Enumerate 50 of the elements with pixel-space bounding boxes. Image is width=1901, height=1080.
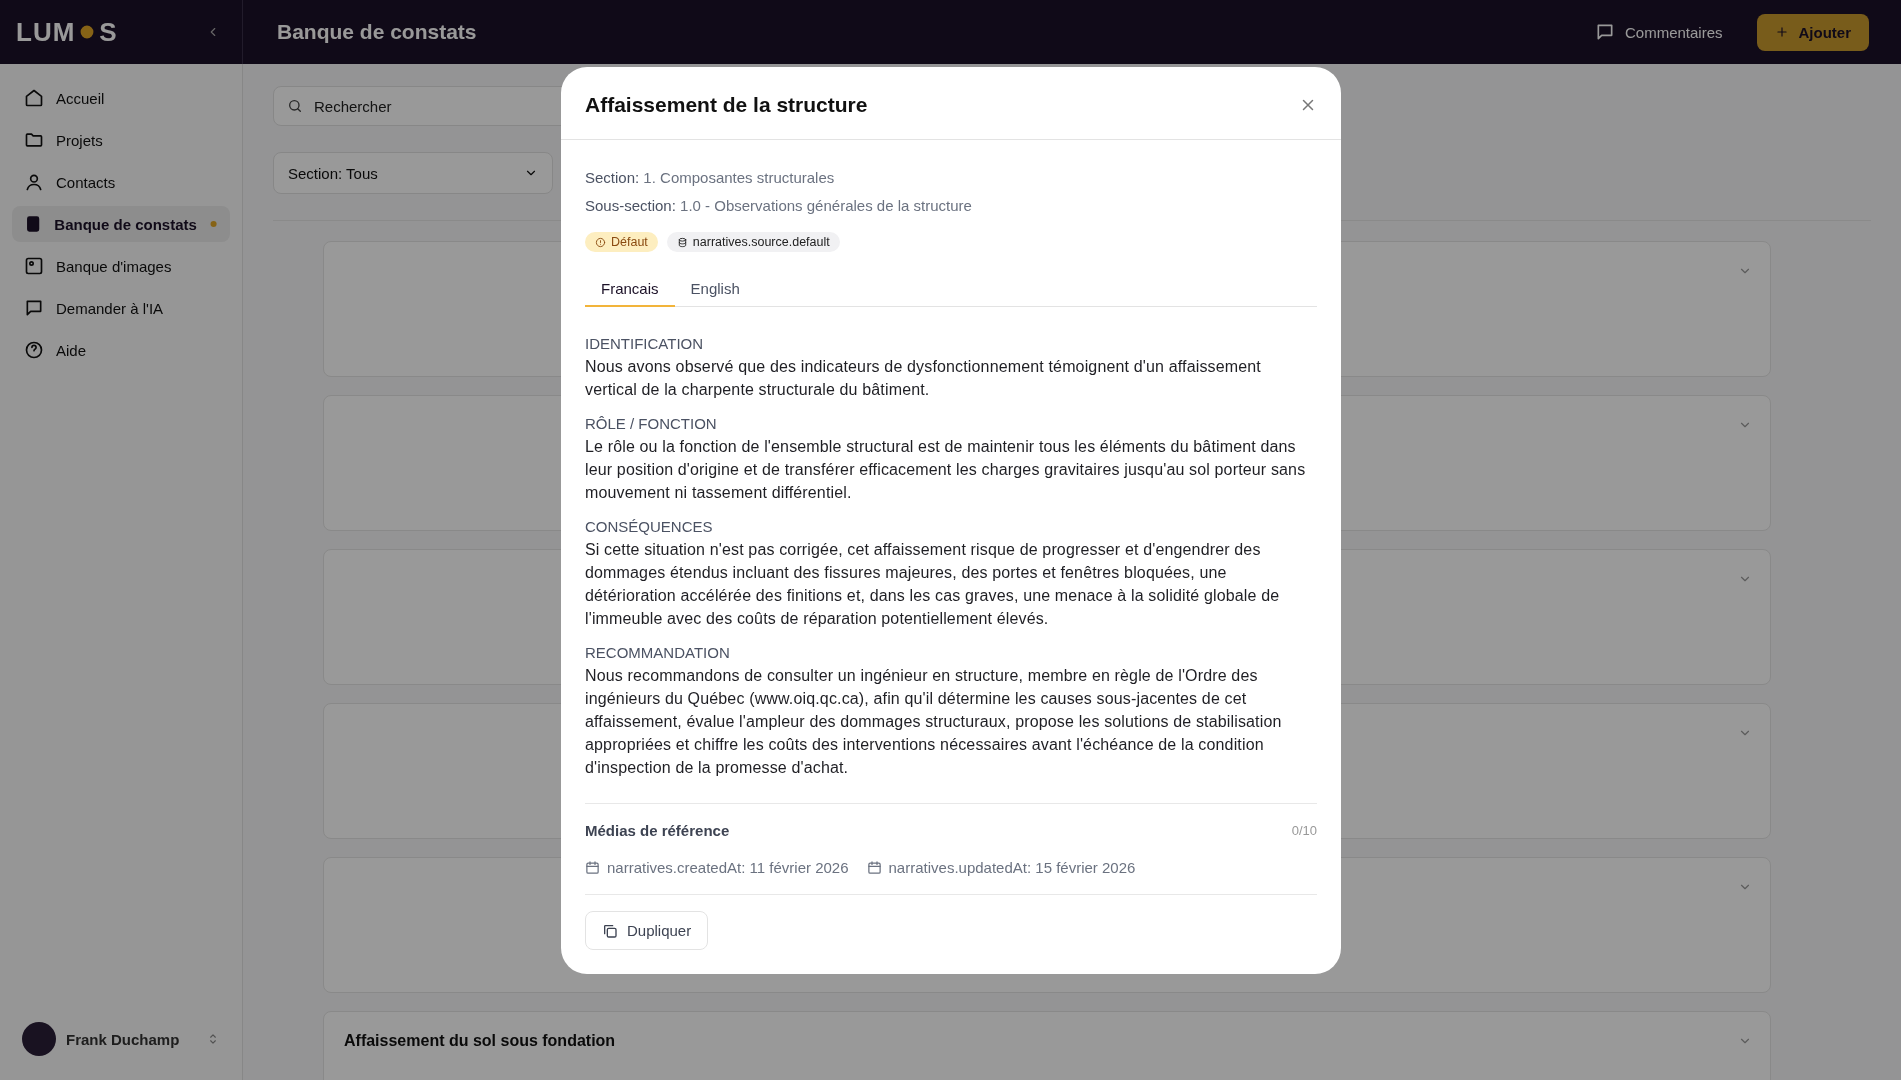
chat-icon bbox=[24, 298, 44, 318]
alert-circle-icon bbox=[595, 236, 606, 248]
meta-label: Sous-section: bbox=[585, 197, 676, 214]
avatar bbox=[22, 1022, 56, 1056]
sidebar-item[interactable]: Demander à l'IA bbox=[12, 290, 230, 326]
language-tab[interactable]: English bbox=[674, 270, 756, 307]
source-tag: narratives.source.default bbox=[666, 232, 840, 252]
help-icon bbox=[24, 340, 44, 360]
user-name: Frank Duchamp bbox=[66, 1030, 180, 1048]
section-heading: CONSÉQUENCES bbox=[585, 518, 714, 535]
plus-icon bbox=[1774, 25, 1789, 39]
meta-value: 1.0 - Observations générales de la structure bbox=[679, 197, 972, 214]
home-icon bbox=[24, 88, 44, 108]
section-heading: RECOMMANDATION bbox=[585, 644, 731, 661]
sidebar-item[interactable]: Banque d'images bbox=[12, 248, 230, 284]
sidebar-item[interactable]: Projets bbox=[12, 122, 230, 158]
date-text: narratives.updatedAt: 15 février 2026 bbox=[888, 859, 1136, 876]
meta-value: 1. Composantes structurales bbox=[642, 169, 835, 186]
section-text: Nous recommandons de consulter un ingénieur en structure, membre en règle de l'Ordre des ingénieurs du Québec (www.oiq.qc.ca), afin qu'il détermine les causes sous-jacentes de cet affaissement, évalue l'ampleur des dommages structuraux, propose les solutions de stabilisation appropriées et chiffre les coûts des interventions nécessaires avant l'échéance de la condition d'inspection de la promesse d'achat. bbox=[585, 666, 1283, 778]
logo-text: S bbox=[99, 16, 118, 48]
sidebar-item[interactable]: Accueil bbox=[12, 80, 230, 116]
media-count: 0/10 bbox=[1291, 823, 1317, 838]
language-tab[interactable]: Francais bbox=[585, 270, 675, 307]
image-icon bbox=[24, 256, 44, 276]
page-title: Banque de constats bbox=[277, 20, 477, 44]
sidebar-item[interactable]: Contacts bbox=[12, 164, 230, 200]
media-heading: Médias de référence bbox=[585, 822, 730, 839]
person-icon bbox=[24, 172, 44, 192]
search-icon bbox=[287, 98, 303, 114]
logo-text: LUM bbox=[16, 16, 76, 48]
section-dropdown[interactable]: Section: Tous bbox=[273, 152, 553, 194]
duplicate-button[interactable]: Dupliquer bbox=[585, 911, 709, 950]
database-icon bbox=[676, 236, 688, 248]
meta-label: Section: bbox=[585, 169, 640, 186]
section-text: Le rôle ou la fonction de l'ensemble structural est de maintenir tous les éléments du bâtiment dans leur position d'origine et de transférer efficacement les charges gravitaires jusqu'au sol porteur sans mouvement ni tassement différentiel. bbox=[585, 437, 1307, 503]
calendar-icon bbox=[866, 860, 882, 875]
status-badge: Défaut bbox=[585, 232, 658, 252]
card-title: Affaissement du sol sous fondation bbox=[344, 1032, 616, 1050]
date-text: narratives.createdAt: 11 février 2026 bbox=[607, 859, 849, 876]
section-heading: IDENTIFICATION bbox=[585, 335, 705, 352]
sidebar-item[interactable]: Banque de constats bbox=[12, 206, 230, 242]
calendar-icon bbox=[585, 860, 600, 875]
comments-button[interactable]: Commentaires bbox=[1588, 21, 1729, 43]
copy-icon bbox=[602, 922, 618, 939]
folder-icon bbox=[24, 130, 44, 150]
sidebar-item[interactable]: Aide bbox=[12, 332, 230, 368]
section-text: Nous avons observé que des indicateurs de dysfonctionnement témoignent d'un affaissement vertical de la charpente structurale du bâtiment. bbox=[585, 357, 1262, 400]
section-text: Si cette situation n'est pas corrigée, cet affaissement risque de progresser et d'engendrer des dommages étendus incluant des fissures majeures, des portes et fenêtres bloquées, une détérioration accélérée des finitions et, dans les cas graves, une menace à la solidité globale de l'immeuble avec des coûts de réparation potentiellement élevés. bbox=[585, 540, 1281, 629]
section-heading: RÔLE / FONCTION bbox=[585, 415, 718, 432]
dot-icon bbox=[208, 219, 218, 229]
